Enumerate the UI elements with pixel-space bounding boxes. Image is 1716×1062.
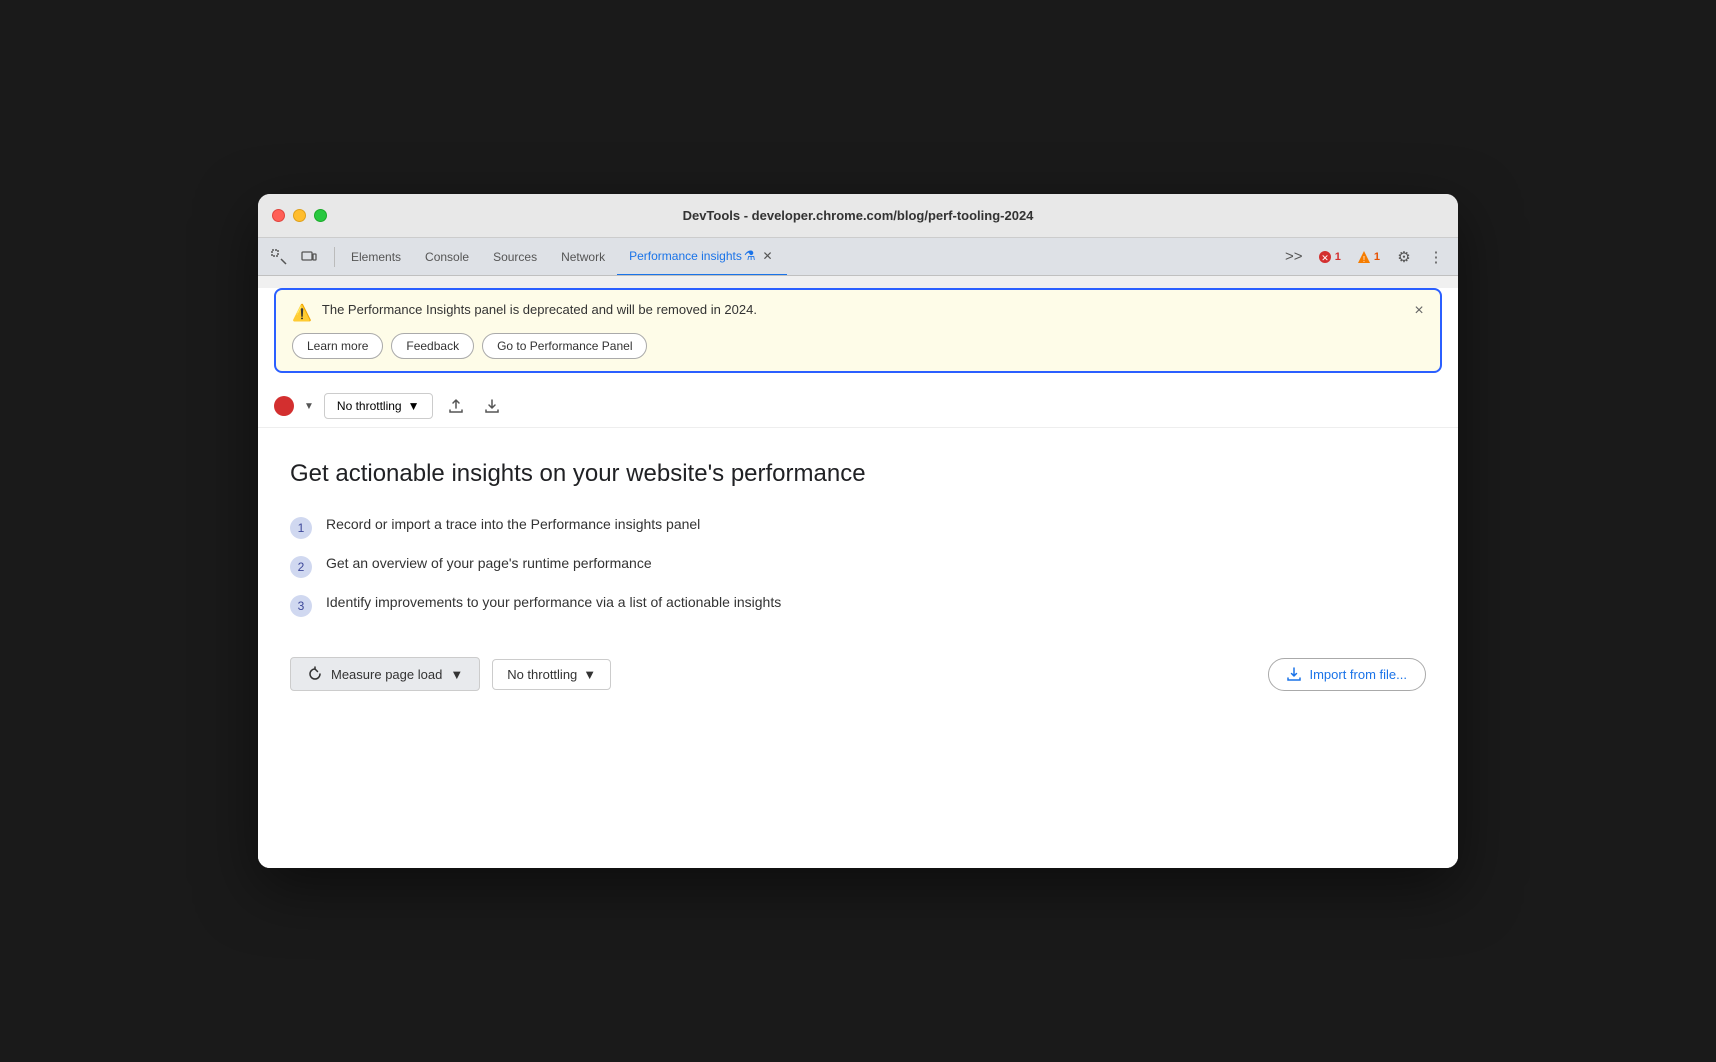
tab-sources[interactable]: Sources xyxy=(481,238,549,276)
step-number-1: 1 xyxy=(290,517,312,539)
performance-icon: ⚗ xyxy=(744,248,756,264)
warning-icon: ⚠️ xyxy=(292,303,312,323)
step-item-1: 1 Record or import a trace into the Perf… xyxy=(290,516,1426,539)
more-options-icon[interactable]: ⋮ xyxy=(1422,243,1450,271)
more-tabs-icon[interactable]: >> xyxy=(1280,243,1308,271)
close-tab-icon[interactable]: ✕ xyxy=(759,248,775,264)
measure-label: Measure page load xyxy=(331,667,442,682)
main-heading: Get actionable insights on your website'… xyxy=(290,460,1426,488)
throttle-bottom-label: No throttling xyxy=(507,667,577,682)
toolbar-row: ▼ No throttling ▼ xyxy=(258,385,1458,428)
throttle-arrow-icon: ▼ xyxy=(408,399,420,413)
device-toggle-icon[interactable] xyxy=(296,244,322,270)
inspect-icon[interactable] xyxy=(266,244,292,270)
tab-network[interactable]: Network xyxy=(549,238,617,276)
tab-console[interactable]: Console xyxy=(413,238,481,276)
bottom-toolbar: Measure page load ▼ No throttling ▼ Impo… xyxy=(290,657,1426,691)
window-title: DevTools - developer.chrome.com/blog/per… xyxy=(683,208,1034,223)
svg-text:!: ! xyxy=(1363,255,1365,264)
tab-right-actions: >> ✕ 1 ! 1 ⚙ ⋮ xyxy=(1280,243,1450,271)
record-dropdown-arrow[interactable]: ▼ xyxy=(304,401,314,412)
banner-message-row: ⚠️ The Performance Insights panel is dep… xyxy=(292,302,1424,323)
go-to-panel-button[interactable]: Go to Performance Panel xyxy=(482,333,647,359)
measure-page-load-button[interactable]: Measure page load ▼ xyxy=(290,657,480,691)
learn-more-button[interactable]: Learn more xyxy=(292,333,383,359)
tab-icon-group xyxy=(266,244,322,270)
throttle-dropdown[interactable]: No throttling ▼ xyxy=(324,393,433,419)
banner-text: The Performance Insights panel is deprec… xyxy=(322,302,757,317)
step-number-3: 3 xyxy=(290,595,312,617)
panel-wrapper: ⚠️ The Performance Insights panel is dep… xyxy=(258,288,1458,868)
warning-badge[interactable]: ! 1 xyxy=(1351,248,1386,266)
minimize-traffic-light[interactable] xyxy=(293,209,306,222)
throttle-bottom-arrow-icon: ▼ xyxy=(583,667,596,682)
feedback-button[interactable]: Feedback xyxy=(391,333,474,359)
measure-arrow-icon: ▼ xyxy=(450,667,463,682)
step-text-2: Get an overview of your page's runtime p… xyxy=(326,555,652,571)
step-text-3: Identify improvements to your performanc… xyxy=(326,594,781,610)
devtools-window: DevTools - developer.chrome.com/blog/per… xyxy=(258,194,1458,868)
step-number-2: 2 xyxy=(290,556,312,578)
step-text-1: Record or import a trace into the Perfor… xyxy=(326,516,700,532)
step-item-3: 3 Identify improvements to your performa… xyxy=(290,594,1426,617)
banner-buttons: Learn more Feedback Go to Performance Pa… xyxy=(292,333,1424,359)
close-traffic-light[interactable] xyxy=(272,209,285,222)
svg-text:✕: ✕ xyxy=(1321,253,1329,263)
tab-performance-insights[interactable]: Performance insights ⚗ ✕ xyxy=(617,238,787,276)
steps-list: 1 Record or import a trace into the Perf… xyxy=(290,516,1426,617)
record-button[interactable] xyxy=(274,396,294,416)
titlebar: DevTools - developer.chrome.com/blog/per… xyxy=(258,194,1458,238)
error-badge[interactable]: ✕ 1 xyxy=(1312,248,1347,266)
step-item-2: 2 Get an overview of your page's runtime… xyxy=(290,555,1426,578)
maximize-traffic-light[interactable] xyxy=(314,209,327,222)
panel-content: ⚠️ The Performance Insights panel is dep… xyxy=(258,288,1458,868)
tab-elements[interactable]: Elements xyxy=(339,238,413,276)
export-button[interactable] xyxy=(443,393,469,419)
banner-close-button[interactable]: × xyxy=(1408,300,1430,322)
main-content: Get actionable insights on your website'… xyxy=(258,428,1458,868)
import-label: Import from file... xyxy=(1309,667,1407,682)
traffic-lights xyxy=(272,209,327,222)
settings-icon[interactable]: ⚙ xyxy=(1390,243,1418,271)
tab-divider xyxy=(334,247,335,267)
import-button[interactable] xyxy=(479,393,505,419)
throttle-label: No throttling xyxy=(337,399,402,413)
throttle-bottom-dropdown[interactable]: No throttling ▼ xyxy=(492,659,611,690)
deprecation-banner: ⚠️ The Performance Insights panel is dep… xyxy=(274,288,1442,373)
devtools-tabbar: Elements Console Sources Network Perform… xyxy=(258,238,1458,276)
import-from-file-button[interactable]: Import from file... xyxy=(1268,658,1426,691)
